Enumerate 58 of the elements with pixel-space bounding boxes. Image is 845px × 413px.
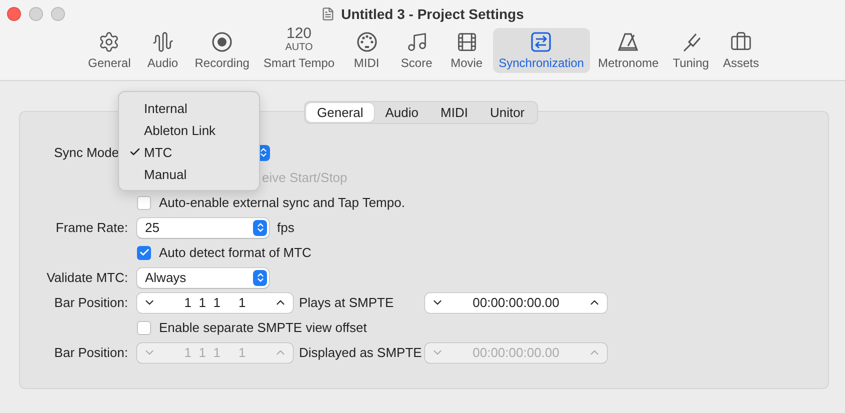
toolbar-tab[interactable]: Score <box>392 28 441 73</box>
segment-tab[interactable]: Audio <box>374 103 430 122</box>
window-title: Untitled 3 - Project Settings <box>341 6 524 22</box>
up-down-chevron-icon <box>254 272 266 283</box>
document-icon <box>321 7 336 21</box>
metronome-icon <box>617 31 640 53</box>
field-label: Bar Position: <box>53 345 128 360</box>
toolbar-tab[interactable]: MIDI <box>342 28 391 73</box>
waveform-icon <box>152 31 174 53</box>
field-label: Validate MTC: <box>46 270 128 285</box>
toolbar-tab[interactable]: Metronome <box>592 28 665 73</box>
checkbox[interactable] <box>137 320 151 334</box>
menu-item[interactable]: Ableton Link <box>119 119 259 141</box>
gear-icon <box>98 31 120 53</box>
sync-arrows-icon <box>530 31 552 53</box>
auto-label: AUTO <box>285 43 313 53</box>
film-icon <box>456 31 478 53</box>
segment-tab[interactable]: Unitor <box>478 103 536 122</box>
checkbox[interactable] <box>137 196 151 210</box>
segment-tab[interactable]: MIDI <box>430 103 479 122</box>
smpte-label: Displayed as SMPTE <box>298 345 423 360</box>
zoom-button[interactable] <box>51 7 65 21</box>
up-down-chevron-icon <box>258 147 268 158</box>
toolbar-tab[interactable]: Assets <box>716 28 765 73</box>
toolbar-tab[interactable]: Synchronization <box>492 28 590 73</box>
close-button[interactable] <box>7 7 21 21</box>
toolbar-tab[interactable]: Recording <box>188 28 256 73</box>
popup-button[interactable]: 25 <box>137 218 269 238</box>
field-label: Frame Rate: <box>54 220 128 235</box>
unit-label: fps <box>277 220 294 235</box>
toolbar-tab[interactable]: 120 AUTO Smart Tempo <box>257 28 341 73</box>
toolbar-tab[interactable]: Audio <box>138 28 187 73</box>
field-label: Bar Position: <box>53 295 128 310</box>
music-notes-icon <box>406 31 428 53</box>
segment-tab[interactable]: General <box>306 103 374 122</box>
toolbar-tab[interactable]: General <box>82 28 137 73</box>
smpte-label: Plays at SMPTE <box>298 295 395 310</box>
tempo-value: 120 <box>286 27 312 40</box>
menu-item[interactable]: Internal <box>119 97 259 119</box>
checkmark-icon <box>138 247 150 258</box>
record-icon <box>211 31 234 53</box>
checkbox-label: eive Start/Stop <box>262 170 348 185</box>
checkbox-label: Auto detect format of MTC <box>159 245 312 260</box>
briefcase-icon <box>730 31 752 53</box>
minimize-button[interactable] <box>29 7 43 21</box>
midi-port-icon <box>356 31 378 53</box>
popup-button[interactable]: Always <box>137 268 269 288</box>
menu-item[interactable]: MTC <box>119 141 259 163</box>
menu-item[interactable]: Manual <box>119 163 259 185</box>
bar-position-field[interactable]: 1 1 1 1 <box>137 292 293 312</box>
field-label: Sync Mode <box>52 145 120 160</box>
checkbox-label: Enable separate SMPTE view offset <box>159 320 367 335</box>
toolbar-tab[interactable]: Movie <box>442 28 491 73</box>
checkbox[interactable] <box>137 246 151 260</box>
toolbar-tab[interactable]: Tuning <box>666 28 715 73</box>
checkbox-label: Auto-enable external sync and Tap Tempo. <box>159 195 405 210</box>
up-down-chevron-icon <box>254 222 266 233</box>
smpte-field[interactable]: 00:00:00:00.00 <box>425 292 607 312</box>
